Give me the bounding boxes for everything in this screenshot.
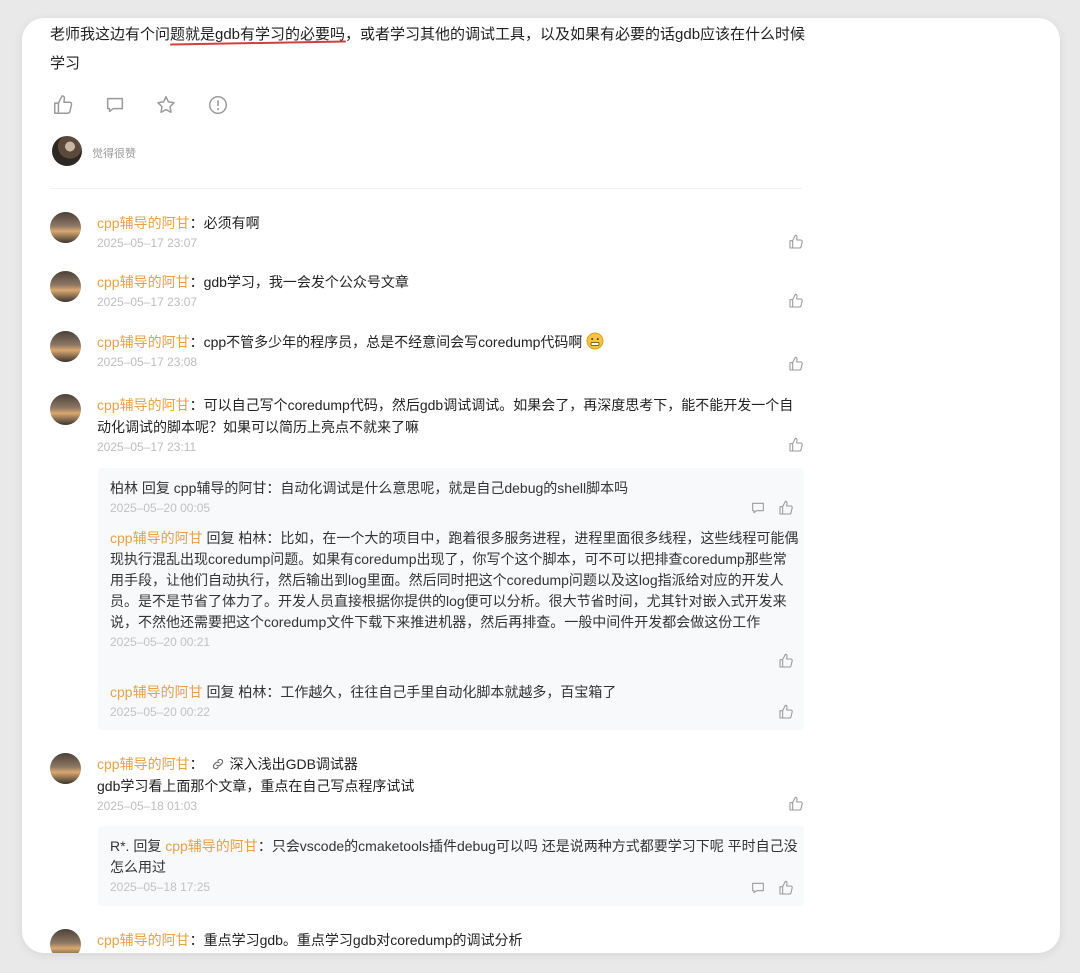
- comment-time: 2025–05–17 23:08: [97, 355, 198, 369]
- comment-username[interactable]: cpp辅导的阿甘: [97, 397, 190, 413]
- article-link[interactable]: 深入浅出GDB调试器: [230, 756, 358, 772]
- comment-username[interactable]: cpp辅导的阿甘: [97, 932, 190, 948]
- reply-to[interactable]: cpp辅导的阿甘: [174, 480, 267, 496]
- comment-time: 2025–05–18 01:03: [97, 799, 198, 813]
- reply-text: 工作越久，往往自己手里自动化脚本就越多，百宝箱了: [280, 684, 617, 700]
- like-icon[interactable]: [52, 94, 74, 116]
- avatar[interactable]: [50, 929, 81, 953]
- reply-comment-icon[interactable]: [750, 880, 766, 896]
- avatar[interactable]: [50, 271, 81, 302]
- reply-time: 2025–05–20 00:05: [110, 501, 211, 515]
- reply-item: cpp辅导的阿甘 回复 柏林：工作越久，往往自己手里自动化脚本就越多，百宝箱了 …: [110, 682, 800, 721]
- reply-text: 自动化调试是什么意思呢，就是自己debug的shell脚本吗: [280, 480, 629, 496]
- comment-text: 重点学习gdb。重点学习gdb对coredump的调试分析: [203, 932, 523, 948]
- reply-item: R*. 回复 cpp辅导的阿甘：只会vscode的cmaketools插件deb…: [110, 836, 800, 896]
- reply-from[interactable]: cpp辅导的阿甘: [110, 684, 203, 700]
- liker-label: 觉得很赞: [92, 148, 136, 160]
- reply-thread: R*. 回复 cpp辅导的阿甘：只会vscode的cmaketools插件deb…: [98, 826, 804, 906]
- comment-username[interactable]: cpp辅导的阿甘: [97, 215, 190, 231]
- avatar[interactable]: [52, 136, 82, 166]
- link-icon: [210, 755, 226, 770]
- reply-time: 2025–05–20 00:22: [110, 705, 211, 719]
- reply-comment-icon[interactable]: [750, 500, 766, 516]
- comment-username[interactable]: cpp辅导的阿甘: [97, 756, 190, 772]
- reply-time: 2025–05–18 17:25: [110, 880, 211, 894]
- reply-from[interactable]: R*.: [110, 838, 129, 854]
- comment-username[interactable]: cpp辅导的阿甘: [97, 274, 190, 290]
- question-text: 老师我这边有个问题就是gdb有学习的必要吗，或者学习其他的调试工具，以及如果有必…: [50, 26, 806, 72]
- reply-item: cpp辅导的阿甘 回复 柏林：比如，在一个大的项目中，跑着很多服务进程，进程里面…: [110, 530, 799, 649]
- like-icon[interactable]: [788, 796, 804, 812]
- like-icon[interactable]: [788, 293, 804, 309]
- comment-text: cpp不管多少年的程序员，总是不经意间会写coredump代码啊: [203, 334, 583, 350]
- comment-text: gdb学习看上面那个文章，重点在自己写点程序试试: [97, 778, 415, 794]
- reply-item: 柏林 回复 cpp辅导的阿甘：自动化调试是什么意思呢，就是自己debug的she…: [110, 478, 800, 517]
- reply-to[interactable]: 柏林: [238, 530, 266, 546]
- reply-from[interactable]: 柏林: [110, 480, 138, 496]
- avatar[interactable]: [50, 394, 81, 425]
- avatar[interactable]: [50, 753, 81, 784]
- reply-from[interactable]: cpp辅导的阿甘: [110, 530, 203, 546]
- like-icon[interactable]: [778, 653, 794, 669]
- like-icon[interactable]: [788, 437, 804, 453]
- comment-time: 2025–05–17 23:07: [97, 295, 198, 309]
- reply-to[interactable]: 柏林: [238, 684, 266, 700]
- avatar[interactable]: [50, 331, 81, 362]
- like-icon[interactable]: [778, 704, 794, 720]
- comment-text: 必须有啊: [203, 215, 260, 231]
- comment-time: 2025–05–17 23:11: [97, 440, 197, 454]
- star-icon[interactable]: [155, 94, 177, 116]
- comment-text: gdb学习，我一会发个公众号文章: [203, 274, 409, 290]
- comment-icon[interactable]: [104, 94, 126, 116]
- like-icon[interactable]: [778, 880, 794, 896]
- reply-time: 2025–05–20 00:21: [110, 635, 211, 649]
- like-icon[interactable]: [788, 356, 804, 372]
- reply-to[interactable]: cpp辅导的阿甘: [165, 838, 258, 854]
- like-icon[interactable]: [778, 500, 794, 516]
- comment-card: 老师我这边有个问题就是gdb有学习的必要吗，或者学习其他的调试工具，以及如果有必…: [22, 18, 1060, 953]
- like-icon[interactable]: [788, 234, 804, 250]
- reply-thread: 柏林 回复 cpp辅导的阿甘：自动化调试是什么意思呢，就是自己debug的she…: [98, 468, 804, 730]
- avatar[interactable]: [50, 212, 81, 243]
- report-icon[interactable]: [207, 94, 229, 116]
- comment-username[interactable]: cpp辅导的阿甘: [97, 334, 190, 350]
- divider: [50, 188, 802, 189]
- grimace-emoji-icon: [586, 332, 604, 350]
- comment-time: 2025–05–17 23:07: [97, 236, 198, 250]
